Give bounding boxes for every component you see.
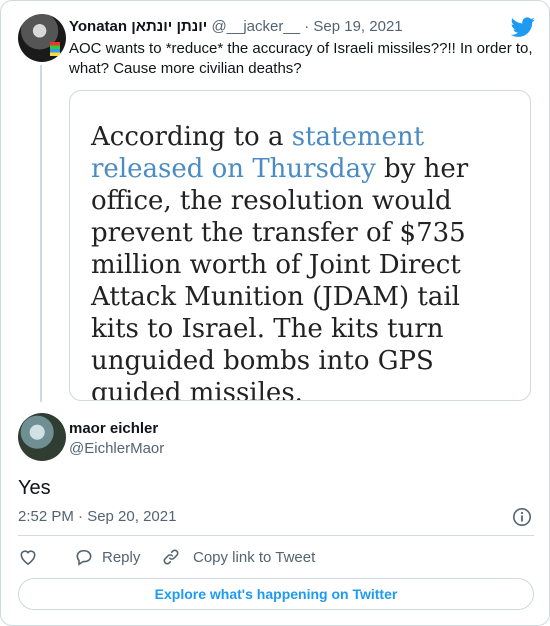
quote-text-after: by her office, the resolution would prev… (91, 154, 469, 401)
separator-dot: · (304, 18, 310, 35)
reply-button[interactable]: Reply (74, 546, 140, 568)
thread-connector-line (40, 65, 42, 402)
twitter-bird-icon[interactable] (511, 15, 535, 39)
reply-label: Reply (102, 548, 141, 566)
flag-badge (50, 42, 60, 56)
reply-timestamp[interactable]: 2:52 PM · Sep 20, 2021 (18, 507, 176, 527)
explore-twitter-button[interactable]: Explore what's happening on Twitter (18, 578, 534, 610)
reply-bubble-icon (76, 549, 92, 566)
parent-tweet-header: Yonatan יונתן יונתאן @__jacker__ · Sep 1… (69, 17, 403, 37)
quote-text-before: According to a (91, 122, 292, 152)
copy-link-label: Copy link to Tweet (193, 548, 316, 566)
reply-author-avatar[interactable] (18, 413, 66, 461)
parent-tweet-date[interactable]: Sep 19, 2021 (313, 18, 402, 35)
parent-author-avatar[interactable] (18, 14, 66, 62)
parent-tweet-text: AOC wants to *reduce* the accuracy of Is… (69, 40, 533, 77)
attached-image[interactable]: According to a statement released on Thu… (69, 90, 531, 401)
heart-icon (20, 550, 36, 566)
reply-tweet-text: Yes (18, 477, 51, 499)
parent-author-handle[interactable]: @__jacker__ (211, 18, 300, 35)
embedded-tweet-card: Yonatan יונתן יונתאן @__jacker__ · Sep 1… (0, 0, 550, 626)
actions-divider (18, 535, 534, 536)
like-button[interactable] (18, 546, 38, 568)
parent-author-name-hebrew[interactable]: יונתן יונתאן (131, 18, 207, 35)
copy-link-button[interactable]: Copy link to Tweet (161, 546, 315, 568)
image-quote-text: According to a statement released on Thu… (91, 121, 511, 401)
parent-author-name[interactable]: Yonatan (69, 18, 127, 35)
link-icon (163, 549, 179, 565)
info-icon[interactable] (512, 507, 532, 527)
reply-author-name[interactable]: maor eichler (69, 419, 158, 439)
reply-author-handle[interactable]: @EichlerMaor (69, 439, 164, 459)
